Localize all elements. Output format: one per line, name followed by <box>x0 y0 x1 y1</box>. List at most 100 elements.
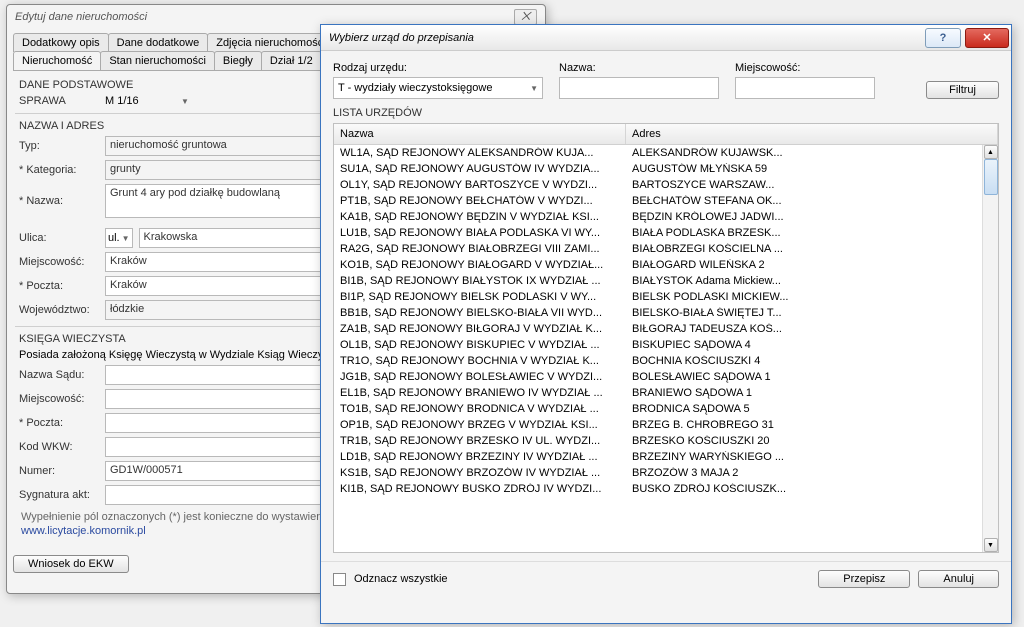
cell-nazwa: BI1P, SĄD REJONOWY BIELSK PODLASKI V WY.… <box>340 291 632 303</box>
table-row[interactable]: TO1B, SĄD REJONOWY BRODNICA V WYDZIAŁ ..… <box>334 401 998 417</box>
tab-biegly[interactable]: Biegły <box>214 51 262 70</box>
table-row[interactable]: RA2G, SĄD REJONOWY BIAŁOBRZEGI VIII ZAMI… <box>334 241 998 257</box>
close-icon[interactable]: ⨉ <box>514 9 537 25</box>
cell-nazwa: JG1B, SĄD REJONOWY BOLESŁAWIEC V WYDZI..… <box>340 371 632 383</box>
przepisz-button[interactable]: Przepisz <box>818 570 910 588</box>
cell-adres: BIELSKO-BIAŁA ŚWIĘTEJ T... <box>632 307 992 319</box>
cell-nazwa: OL1Y, SĄD REJONOWY BARTOSZYCE V WYDZI... <box>340 179 632 191</box>
cell-nazwa: PT1B, SĄD REJONOWY BEŁCHATÓW V WYDZI... <box>340 195 632 207</box>
cell-adres: BARTOSZYCE WARSZAW... <box>632 179 992 191</box>
rodzaj-value: T - wydziały wieczystoksięgowe <box>338 82 492 94</box>
tab-dzial12[interactable]: Dział 1/2 <box>261 51 322 70</box>
tab-zdjecia[interactable]: Zdjęcia nieruchomości <box>207 33 334 52</box>
cell-adres: BIAŁOBRZEGI KOŚCIELNA ... <box>632 243 992 255</box>
scrollbar-track[interactable] <box>984 159 998 538</box>
cell-adres: BĘDZIN KRÓLOWEJ JADWI... <box>632 211 992 223</box>
nazwa-sadu-label: Nazwa Sądu: <box>19 369 99 381</box>
cell-nazwa: OP1B, SĄD REJONOWY BRZEG V WYDZIAŁ KSI..… <box>340 419 632 431</box>
footnote-link[interactable]: www.licytacje.komornik.pl <box>21 525 146 537</box>
dialog-footer: Odznacz wszystkie Przepisz Anuluj <box>321 561 1011 596</box>
tab-stan[interactable]: Stan nieruchomości <box>100 51 215 70</box>
tab-nieruchomosc[interactable]: Nieruchomość <box>13 51 101 70</box>
cell-adres: BISKUPIEC SĄDOWA 4 <box>632 339 992 351</box>
scroll-down-icon[interactable]: ▼ <box>984 538 998 552</box>
cell-nazwa: OL1B, SĄD REJONOWY BISKUPIEC V WYDZIAŁ .… <box>340 339 632 351</box>
table-row[interactable]: PT1B, SĄD REJONOWY BEŁCHATÓW V WYDZI...B… <box>334 193 998 209</box>
table-row[interactable]: KA1B, SĄD REJONOWY BĘDZIN V WYDZIAŁ KSI.… <box>334 209 998 225</box>
table-row[interactable]: EL1B, SĄD REJONOWY BRANIEWO IV WYDZIAŁ .… <box>334 385 998 401</box>
wniosek-ekw-button[interactable]: Wniosek do EKW <box>13 555 129 573</box>
cell-nazwa: LU1B, SĄD REJONOWY BIAŁA PODLASKA VI WY.… <box>340 227 632 239</box>
rodzaj-select[interactable]: T - wydziały wieczystoksięgowe ▼ <box>333 77 543 99</box>
odznacz-checkbox[interactable] <box>333 573 346 586</box>
chevron-down-icon: ▼ <box>122 234 130 243</box>
table-row[interactable]: JG1B, SĄD REJONOWY BOLESŁAWIEC V WYDZI..… <box>334 369 998 385</box>
tab-dodatkowy-opis[interactable]: Dodatkowy opis <box>13 33 109 52</box>
column-nazwa[interactable]: Nazwa <box>334 124 626 144</box>
dialog-body: Rodzaj urzędu: T - wydziały wieczystoksi… <box>321 51 1011 561</box>
cell-adres: BIAŁA PODLASKA BRZESK... <box>632 227 992 239</box>
nazwa-label: * Nazwa: <box>19 195 99 207</box>
nazwa-filter-input[interactable] <box>559 77 719 99</box>
table-row[interactable]: OL1B, SĄD REJONOWY BISKUPIEC V WYDZIAŁ .… <box>334 337 998 353</box>
filtruj-button[interactable]: Filtruj <box>926 81 999 99</box>
table-row[interactable]: ZA1B, SĄD REJONOWY BIŁGORAJ V WYDZIAŁ K.… <box>334 321 998 337</box>
lista-urzedow-title: LISTA URZĘDÓW <box>333 99 999 123</box>
cell-nazwa: BI1B, SĄD REJONOWY BIAŁYSTOK IX WYDZIAŁ … <box>340 275 632 287</box>
table-row[interactable]: KS1B, SĄD REJONOWY BRZOZÓW IV WYDZIAŁ ..… <box>334 465 998 481</box>
footnote-text: Wypełnienie pól oznaczonych (*) jest kon… <box>21 511 325 523</box>
cell-nazwa: KO1B, SĄD REJONOWY BIAŁOGARD V WYDZIAŁ..… <box>340 259 632 271</box>
cell-adres: BRODNICA SĄDOWA 5 <box>632 403 992 415</box>
wojewodztwo-label: Województwo: <box>19 304 99 316</box>
anuluj-button[interactable]: Anuluj <box>918 570 999 588</box>
cell-nazwa: BB1B, SĄD REJONOWY BIELSKO-BIAŁA VII WYD… <box>340 307 632 319</box>
list-rows: WL1A, SĄD REJONOWY ALEKSANDRÓW KUJA...AL… <box>334 145 998 552</box>
cell-adres: BRZOZÓW 3 MAJA 2 <box>632 467 992 479</box>
tab-dane-dodatkowe[interactable]: Dane dodatkowe <box>108 33 209 52</box>
table-row[interactable]: KI1B, SĄD REJONOWY BUSKO ZDRÓJ IV WYDZI.… <box>334 481 998 497</box>
table-row[interactable]: TR1B, SĄD REJONOWY BRZESKO IV UL. WYDZI.… <box>334 433 998 449</box>
poczta2-label: * Poczta: <box>19 417 99 429</box>
table-row[interactable]: LU1B, SĄD REJONOWY BIAŁA PODLASKA VI WY.… <box>334 225 998 241</box>
filter-row: Rodzaj urzędu: T - wydziały wieczystoksi… <box>333 59 999 99</box>
table-row[interactable]: KO1B, SĄD REJONOWY BIAŁOGARD V WYDZIAŁ..… <box>334 257 998 273</box>
kod-wkw-label: Kod WKW: <box>19 441 99 453</box>
cell-adres: AUGUSTÓW MŁYŃSKA 59 <box>632 163 992 175</box>
dialog-titlebar: Wybierz urząd do przepisania ? ✕ <box>321 25 1011 51</box>
column-adres[interactable]: Adres <box>626 124 998 144</box>
sprawa-label: SPRAWA <box>19 95 99 107</box>
scrollbar[interactable]: ▲ ▼ <box>982 145 998 552</box>
window-title: Edytuj dane nieruchomości <box>15 11 147 23</box>
cell-adres: BOCHNIA KOŚCIUSZKI 4 <box>632 355 992 367</box>
table-row[interactable]: BI1P, SĄD REJONOWY BIELSK PODLASKI V WY.… <box>334 289 998 305</box>
numer-label: Numer: <box>19 465 99 477</box>
table-row[interactable]: BI1B, SĄD REJONOWY BIAŁYSTOK IX WYDZIAŁ … <box>334 273 998 289</box>
ulica-label: Ulica: <box>19 232 99 244</box>
miejscowosc-label: Miejscowość: <box>19 256 99 268</box>
cell-adres: BIAŁYSTOK Adama Mickiew... <box>632 275 992 287</box>
scrollbar-thumb[interactable] <box>984 159 998 195</box>
miejscowosc-filter-label: Miejscowość: <box>735 62 875 74</box>
cell-adres: BIELSK PODLASKI MICKIEW... <box>632 291 992 303</box>
kw-description: Posiada założoną Księgę Wieczystą w Wydz… <box>19 349 323 361</box>
scroll-up-icon[interactable]: ▲ <box>984 145 998 159</box>
table-row[interactable]: WL1A, SĄD REJONOWY ALEKSANDRÓW KUJA...AL… <box>334 145 998 161</box>
table-row[interactable]: TR1O, SĄD REJONOWY BOCHNIA V WYDZIAŁ K..… <box>334 353 998 369</box>
ulica-prefix-select[interactable]: ul.▼ <box>105 228 133 248</box>
cell-adres: BRZEG B. CHROBREGO 31 <box>632 419 992 431</box>
close-icon[interactable]: ✕ <box>965 28 1009 48</box>
table-row[interactable]: OL1Y, SĄD REJONOWY BARTOSZYCE V WYDZI...… <box>334 177 998 193</box>
cell-nazwa: TR1B, SĄD REJONOWY BRZESKO IV UL. WYDZI.… <box>340 435 632 447</box>
cell-nazwa: KA1B, SĄD REJONOWY BĘDZIN V WYDZIAŁ KSI.… <box>340 211 632 223</box>
table-row[interactable]: OP1B, SĄD REJONOWY BRZEG V WYDZIAŁ KSI..… <box>334 417 998 433</box>
table-row[interactable]: BB1B, SĄD REJONOWY BIELSKO-BIAŁA VII WYD… <box>334 305 998 321</box>
table-row[interactable]: LD1B, SĄD REJONOWY BRZEZINY IV WYDZIAŁ .… <box>334 449 998 465</box>
cell-adres: BUSKO ZDRÓJ KOŚCIUSZK... <box>632 483 992 495</box>
cell-adres: ALEKSANDRÓW KUJAWSK... <box>632 147 992 159</box>
odznacz-label: Odznacz wszystkie <box>354 573 448 585</box>
chevron-down-icon[interactable]: ▼ <box>181 97 189 106</box>
miejscowosc-filter-input[interactable] <box>735 77 875 99</box>
table-row[interactable]: SU1A, SĄD REJONOWY AUGUSTÓW IV WYDZIA...… <box>334 161 998 177</box>
cell-adres: BIAŁOGARD WILEŃSKA 2 <box>632 259 992 271</box>
help-icon[interactable]: ? <box>925 28 961 48</box>
